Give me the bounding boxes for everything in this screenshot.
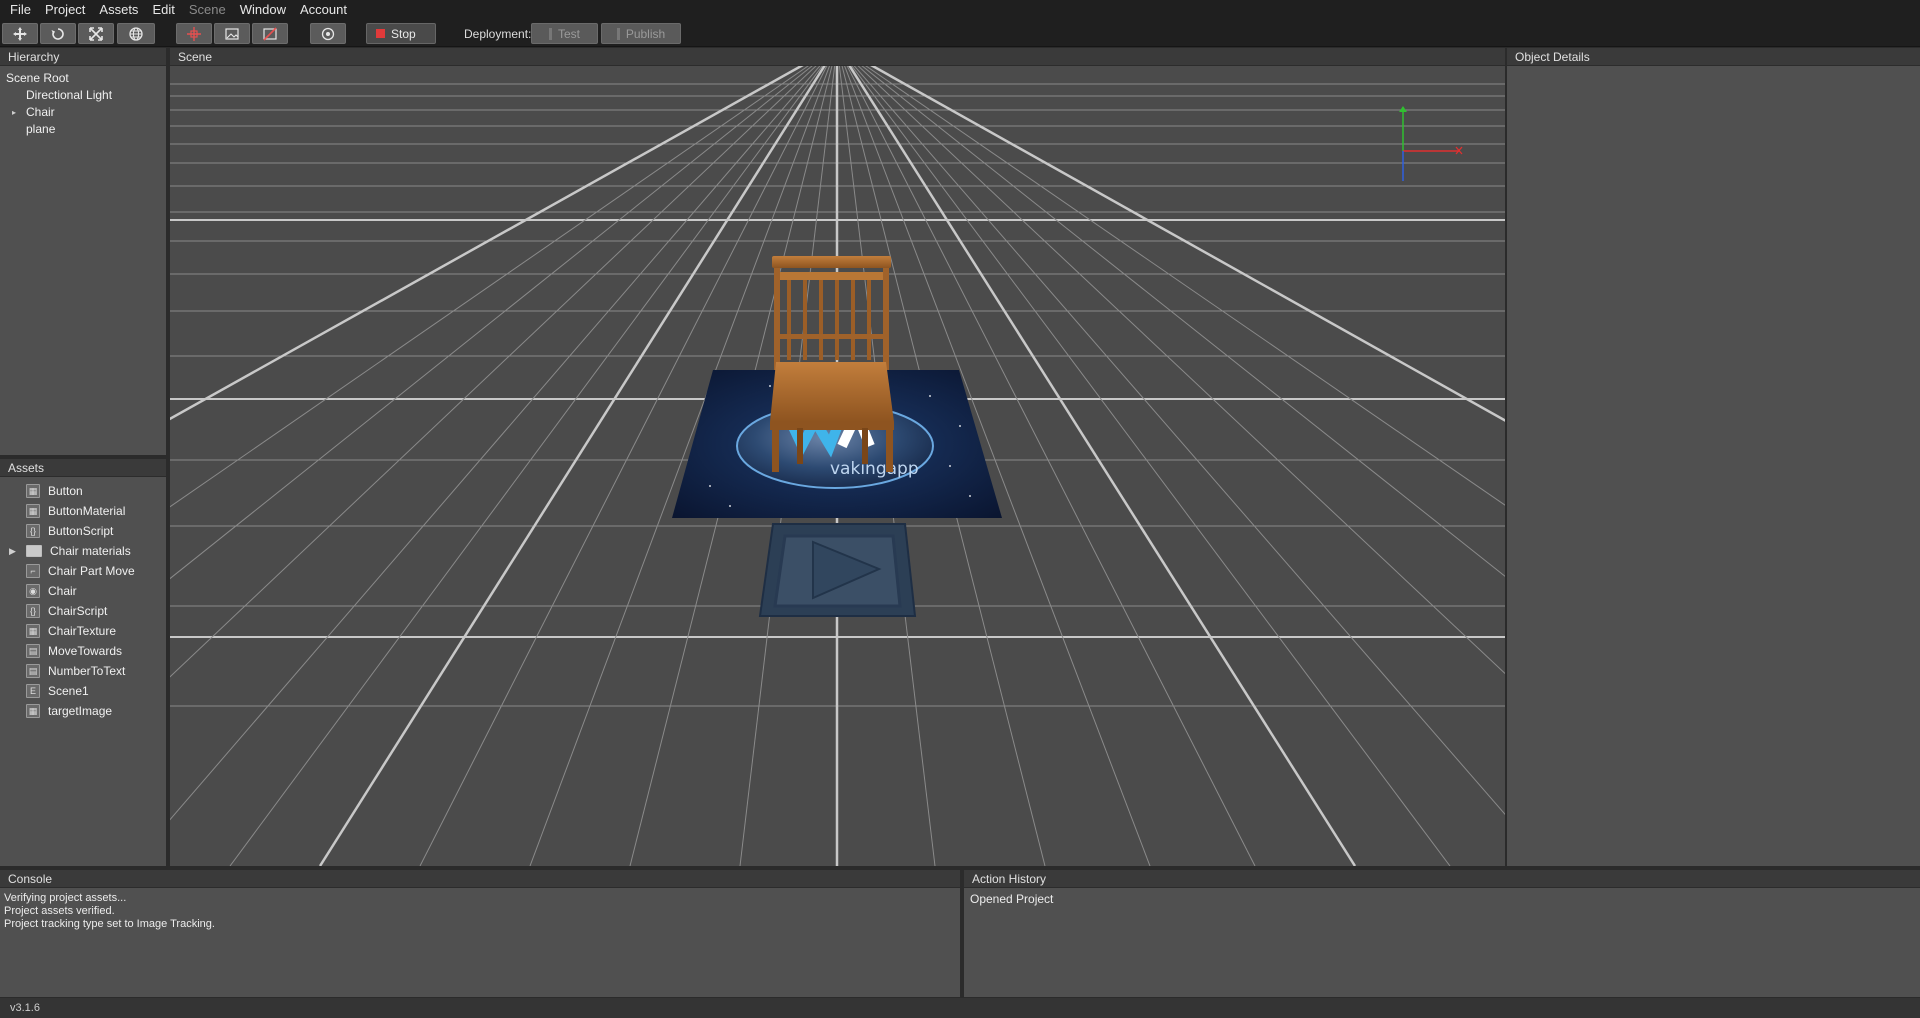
publish-button[interactable]: Publish [601, 23, 681, 44]
console-line: Verifying project assets... [4, 892, 127, 904]
script-icon: {} [26, 604, 40, 618]
material-icon: ▦ [26, 504, 40, 518]
menu-scene[interactable]: Scene [182, 0, 233, 20]
scene-panel: Scene vakingapp [170, 48, 1505, 866]
console-panel: Console Verifying project assets... Proj… [0, 870, 960, 997]
menu-project[interactable]: Project [38, 0, 92, 20]
action-history-panel: Action History Opened Project [964, 870, 1920, 997]
menu-edit[interactable]: Edit [145, 0, 181, 20]
tracking-icon [187, 26, 201, 41]
scene-viewport[interactable]: vakingapp [170, 66, 1505, 866]
stop-button[interactable]: Stop [366, 23, 436, 44]
show-target-image-button[interactable] [214, 23, 250, 44]
hierarchy-item-label: Chair [26, 105, 55, 119]
rotate-tool-button[interactable] [40, 23, 76, 44]
object-details-panel: Object Details [1507, 48, 1920, 866]
hierarchy-item-plane[interactable]: plane [0, 121, 166, 138]
world-space-button[interactable] [117, 23, 155, 44]
asset-list: ▦ Button ▦ ButtonMaterial {} ButtonScript ▶… [0, 477, 166, 721]
image-icon: ▦ [26, 704, 40, 718]
object-details-header: Object Details [1507, 48, 1920, 66]
asset-item[interactable]: {} ChairScript [0, 601, 166, 621]
history-item[interactable]: Opened Project [970, 892, 1920, 906]
console-log: Verifying project assets... Project asse… [0, 888, 960, 931]
rotate-icon [51, 27, 65, 41]
asset-item[interactable]: E Scene1 [0, 681, 166, 701]
status-bar: v3.1.6 [0, 998, 1920, 1018]
scene-header: Scene [170, 48, 1505, 66]
scene-icon: E [26, 684, 40, 698]
menu-bar: File Project Assets Edit Scene Window Ac… [0, 0, 1920, 20]
move-tool-button[interactable] [2, 23, 38, 44]
asset-item[interactable]: ▦ targetImage [0, 701, 166, 721]
script-icon: {} [26, 524, 40, 538]
assets-header: Assets [0, 459, 166, 477]
move-icon [13, 26, 27, 41]
asset-item[interactable]: {} ButtonScript [0, 521, 166, 541]
console-header: Console [0, 870, 960, 888]
version-label: v3.1.6 [10, 1002, 40, 1014]
menu-assets[interactable]: Assets [92, 0, 145, 20]
publish-icon [616, 27, 620, 40]
menu-window[interactable]: Window [233, 0, 293, 20]
action-history-list: Opened Project [964, 888, 1920, 906]
globe-icon [129, 26, 143, 41]
stop-icon [376, 29, 385, 38]
action-history-header: Action History [964, 870, 1920, 888]
expand-caret-icon[interactable]: ▶ [9, 546, 16, 557]
deployment-label: Deployment: [464, 27, 532, 41]
hierarchy-item-directional-light[interactable]: Directional Light [0, 87, 166, 104]
no-image-icon [263, 26, 277, 41]
snap-button[interactable] [310, 23, 346, 44]
target-logo-text: vakingapp [830, 459, 919, 479]
hierarchy-panel: Hierarchy Scene Root Directional Light ▸… [0, 48, 168, 455]
scale-tool-button[interactable] [78, 23, 114, 44]
stop-label: Stop [391, 26, 416, 41]
hide-target-button[interactable] [252, 23, 288, 44]
behaviour-icon: ▤ [26, 664, 40, 678]
menu-file[interactable]: File [3, 0, 38, 20]
toolbar: Stop Deployment: Test Publish [0, 20, 1920, 47]
hierarchy-item-label: plane [26, 122, 56, 136]
asset-item[interactable]: ▤ NumberToText [0, 661, 166, 681]
model-icon: ◉ [26, 584, 40, 598]
asset-item[interactable]: ◉ Chair [0, 581, 166, 601]
test-button[interactable]: Test [531, 23, 598, 44]
publish-label: Publish [625, 26, 666, 41]
image-icon: ▦ [26, 484, 40, 498]
hierarchy-item-scene-root[interactable]: Scene Root [0, 70, 166, 87]
hierarchy-item-label: Directional Light [26, 88, 113, 102]
show-tracking-button[interactable] [176, 23, 212, 44]
asset-item[interactable]: ▦ Button [0, 481, 166, 501]
asset-item[interactable]: ⌐ Chair Part Move [0, 561, 166, 581]
behaviour-icon: ▤ [26, 644, 40, 658]
play-button-model[interactable] [758, 523, 917, 617]
expand-caret-icon[interactable]: ▸ [12, 104, 16, 121]
scale-icon [89, 26, 103, 41]
hierarchy-header: Hierarchy [0, 48, 166, 66]
asset-item-folder[interactable]: ▶ Chair materials [0, 541, 166, 561]
console-line: Project tracking type set to Image Track… [4, 918, 215, 930]
test-label: Test [557, 26, 580, 41]
assets-panel: Assets ▦ Button ▦ ButtonMaterial {} ButtonS… [0, 459, 168, 866]
console-line: Project assets verified. [4, 905, 115, 917]
test-icon [548, 27, 552, 40]
animation-icon: ⌐ [26, 564, 40, 578]
asset-item[interactable]: ▦ ChairTexture [0, 621, 166, 641]
asset-item[interactable]: ▦ ButtonMaterial [0, 501, 166, 521]
menu-account[interactable]: Account [293, 0, 354, 20]
target-icon [321, 27, 335, 41]
asset-item[interactable]: ▤ MoveTowards [0, 641, 166, 661]
folder-icon [26, 545, 42, 557]
image-icon [225, 27, 239, 41]
hierarchy-tree: Scene Root Directional Light ▸ Chair plan… [0, 66, 166, 138]
hierarchy-item-chair[interactable]: ▸ Chair [0, 104, 166, 121]
image-icon: ▦ [26, 624, 40, 638]
